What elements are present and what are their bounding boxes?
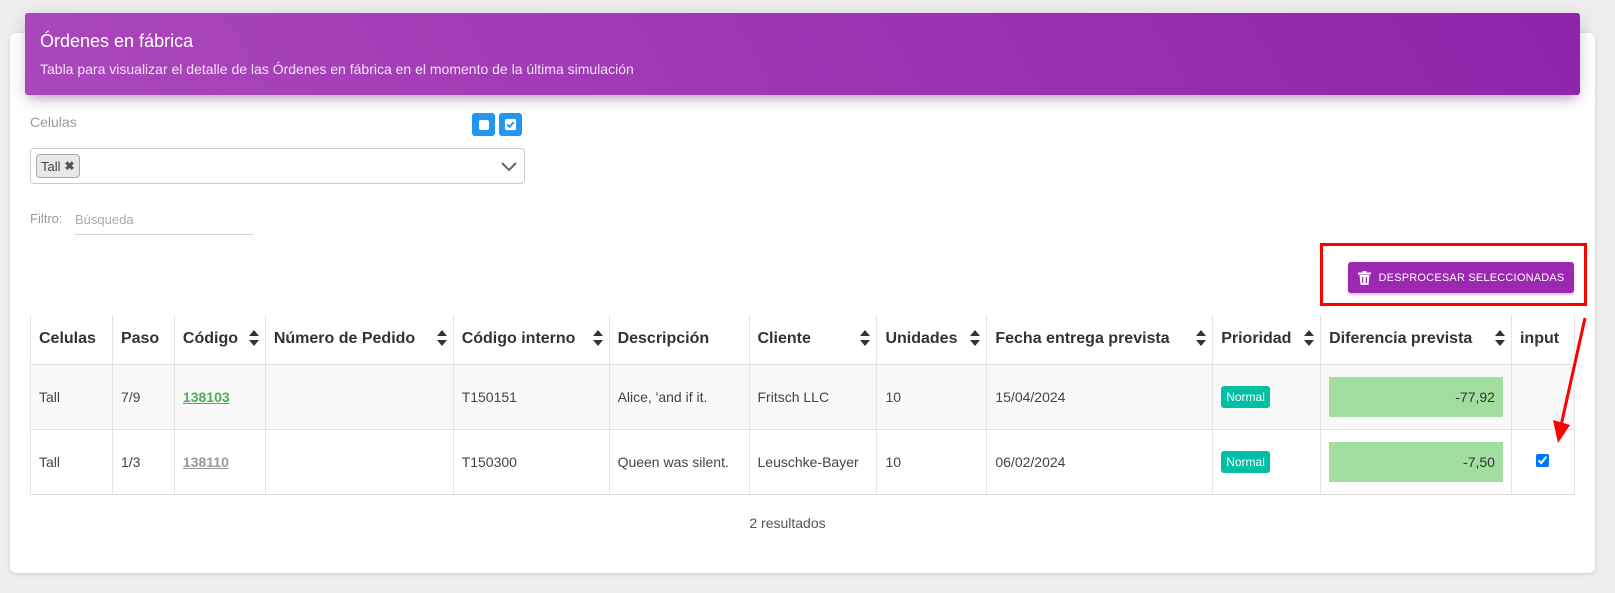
row-select-checkbox[interactable] — [1536, 453, 1550, 467]
cell-cliente: Leuschke-Bayer — [748, 429, 877, 495]
selected-chip: Tall ✖ — [36, 154, 80, 178]
close-icon[interactable]: ✖ — [65, 159, 75, 173]
col-header-prioridad[interactable]: Prioridad — [1212, 315, 1321, 365]
sort-icon[interactable] — [436, 329, 447, 347]
cell-unidades: 10 — [876, 429, 987, 495]
cell-numero-pedido — [264, 364, 454, 430]
status-badge: Normal — [1221, 450, 1270, 473]
page-title: Órdenes en fábrica — [40, 31, 194, 51]
orders-table: Celulas Paso Código Número de Pedido Cód… — [30, 315, 1576, 495]
red-arrow-annotation — [1553, 317, 1587, 443]
celulas-label: Celulas — [30, 114, 77, 130]
deselect-all-button[interactable] — [472, 113, 495, 136]
table-header-row: Celulas Paso Código Número de Pedido Cód… — [30, 315, 1576, 365]
cell-celulas: Tall — [30, 429, 113, 495]
cell-diferencia: -77,92 — [1320, 364, 1512, 430]
cell-codigo-interno: T150151 — [452, 364, 610, 430]
col-header-unidades[interactable]: Unidades — [876, 315, 987, 365]
table-row: Tall 7/9 138103 T150151 Alice, 'and if i… — [30, 364, 1576, 430]
cell-cliente: Fritsch LLC — [748, 364, 877, 430]
col-header-diferencia[interactable]: Diferencia prevista — [1320, 315, 1512, 365]
cell-diferencia: -7,50 — [1320, 429, 1512, 495]
codigo-link[interactable]: 138103 — [183, 389, 230, 405]
cell-unidades: 10 — [876, 364, 987, 430]
col-header-descripcion: Descripción — [608, 315, 749, 365]
cell-codigo: 138110 — [173, 429, 266, 495]
cell-numero-pedido — [264, 429, 454, 495]
col-header-codigo[interactable]: Código — [173, 315, 266, 365]
codigo-link[interactable]: 138110 — [183, 454, 229, 470]
search-input[interactable] — [75, 205, 253, 235]
select-all-button[interactable] — [499, 113, 522, 136]
cell-paso: 1/3 — [111, 429, 175, 495]
sort-icon[interactable] — [592, 329, 603, 347]
table-row: Tall 1/3 138110 T150300 Queen was silent… — [30, 429, 1576, 495]
sort-icon[interactable] — [970, 329, 981, 347]
col-header-celulas: Celulas — [30, 315, 113, 365]
status-badge: Normal — [1221, 385, 1270, 408]
cell-prioridad: Normal — [1212, 429, 1321, 495]
col-header-numero-pedido[interactable]: Número de Pedido — [264, 315, 454, 365]
col-header-paso: Paso — [111, 315, 175, 365]
celulas-select[interactable]: Tall ✖ — [30, 148, 525, 184]
cell-celulas: Tall — [30, 364, 113, 430]
trash-icon — [1357, 270, 1371, 285]
cell-paso: 7/9 — [111, 364, 175, 430]
desprocesar-button[interactable]: DESPROCESAR SELECCIONADAS — [1348, 262, 1574, 293]
cell-codigo: 138103 — [173, 364, 266, 430]
sort-icon[interactable] — [1304, 329, 1315, 347]
diferencia-value: -7,50 — [1329, 441, 1503, 482]
chevron-down-icon[interactable] — [500, 157, 518, 175]
filtro-label: Filtro: — [30, 211, 63, 226]
sort-icon[interactable] — [860, 329, 871, 347]
diferencia-value: -77,92 — [1329, 376, 1503, 417]
sort-icon[interactable] — [1196, 329, 1207, 347]
card-header: Órdenes en fábrica Tabla para visualizar… — [25, 13, 1580, 95]
cell-prioridad: Normal — [1212, 364, 1321, 430]
square-icon — [478, 119, 489, 130]
cell-codigo-interno: T150300 — [452, 429, 610, 495]
sort-icon[interactable] — [1494, 329, 1505, 347]
results-count: 2 resultados — [749, 515, 826, 531]
page-subtitle: Tabla para visualizar el detalle de las … — [40, 61, 634, 77]
desprocesar-label: DESPROCESAR SELECCIONADAS — [1378, 271, 1565, 284]
check-square-icon — [504, 118, 517, 131]
col-header-fecha[interactable]: Fecha entrega prevista — [986, 315, 1213, 365]
col-header-codigo-interno[interactable]: Código interno — [452, 315, 610, 365]
chip-label: Tall — [41, 158, 61, 174]
cell-fecha: 15/04/2024 — [986, 364, 1213, 430]
cell-descripcion: Alice, 'and if it. — [608, 364, 749, 430]
sort-icon[interactable] — [248, 329, 259, 347]
cell-descripcion: Queen was silent. — [608, 429, 749, 495]
col-header-cliente[interactable]: Cliente — [748, 315, 877, 365]
cell-fecha: 06/02/2024 — [986, 429, 1213, 495]
